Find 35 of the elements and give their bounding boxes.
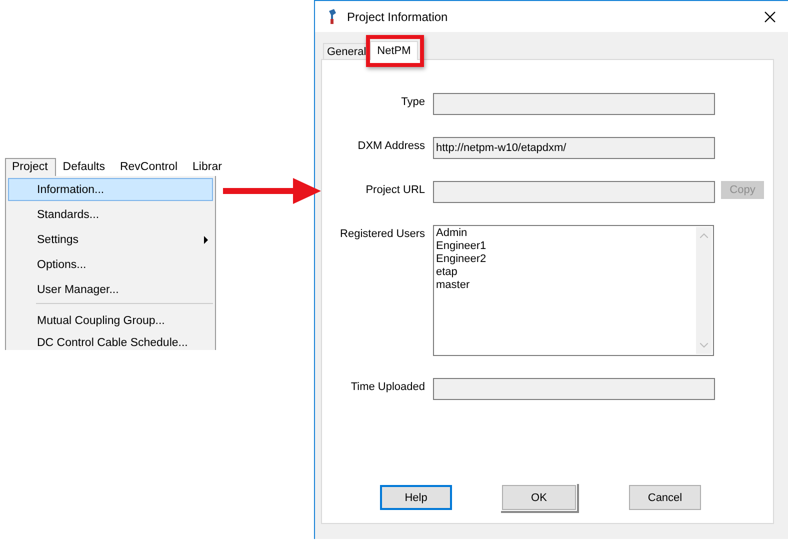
- field-label: DXM Address: [356, 139, 425, 152]
- window-title: Project Information: [347, 10, 448, 24]
- list-item[interactable]: master: [436, 279, 696, 292]
- text-field[interactable]: http://netpm-w10/etapdxm/: [433, 137, 715, 159]
- field-label: Time Uploaded: [350, 380, 425, 393]
- menu-item[interactable]: Options...: [8, 253, 213, 276]
- submenu-arrow-icon: [204, 236, 208, 244]
- menu-bar-item[interactable]: RevControl: [112, 158, 186, 176]
- app-icon: [327, 8, 337, 24]
- menu-item[interactable]: DC Control Cable Schedule...: [8, 334, 213, 350]
- field-label: Type: [400, 95, 425, 108]
- tab[interactable]: NetPM: [370, 41, 418, 60]
- text-field[interactable]: [433, 93, 715, 115]
- dialog-button[interactable]: Help: [380, 485, 452, 510]
- menu-item[interactable]: Mutual Coupling Group...: [8, 309, 213, 332]
- field-label: Project URL: [364, 183, 425, 196]
- menu-bar-item[interactable]: Project: [5, 158, 56, 176]
- list-item[interactable]: Engineer2: [436, 253, 696, 266]
- text-field[interactable]: [433, 378, 715, 400]
- menu-item[interactable]: User Manager...: [8, 278, 213, 301]
- menu-item[interactable]: Information...: [8, 178, 213, 201]
- arrow-icon: [223, 178, 321, 204]
- text-field[interactable]: [433, 181, 715, 203]
- menu-item[interactable]: Standards...: [8, 203, 213, 226]
- menu-bar-item[interactable]: Defaults: [56, 158, 113, 176]
- field-label: Registered Users: [339, 227, 425, 240]
- close-icon[interactable]: [764, 10, 776, 22]
- menu-bar-item[interactable]: Librar: [186, 158, 230, 176]
- menu-item[interactable]: Settings: [8, 228, 213, 251]
- list-item[interactable]: etap: [436, 266, 696, 279]
- list-item[interactable]: Engineer1: [436, 240, 696, 253]
- list-box[interactable]: Admin Engineer1 Engineer2 etap master: [433, 225, 714, 356]
- dialog-button[interactable]: Cancel: [629, 485, 701, 510]
- dialog-button[interactable]: OK: [502, 485, 576, 510]
- list-item[interactable]: Admin: [436, 227, 696, 240]
